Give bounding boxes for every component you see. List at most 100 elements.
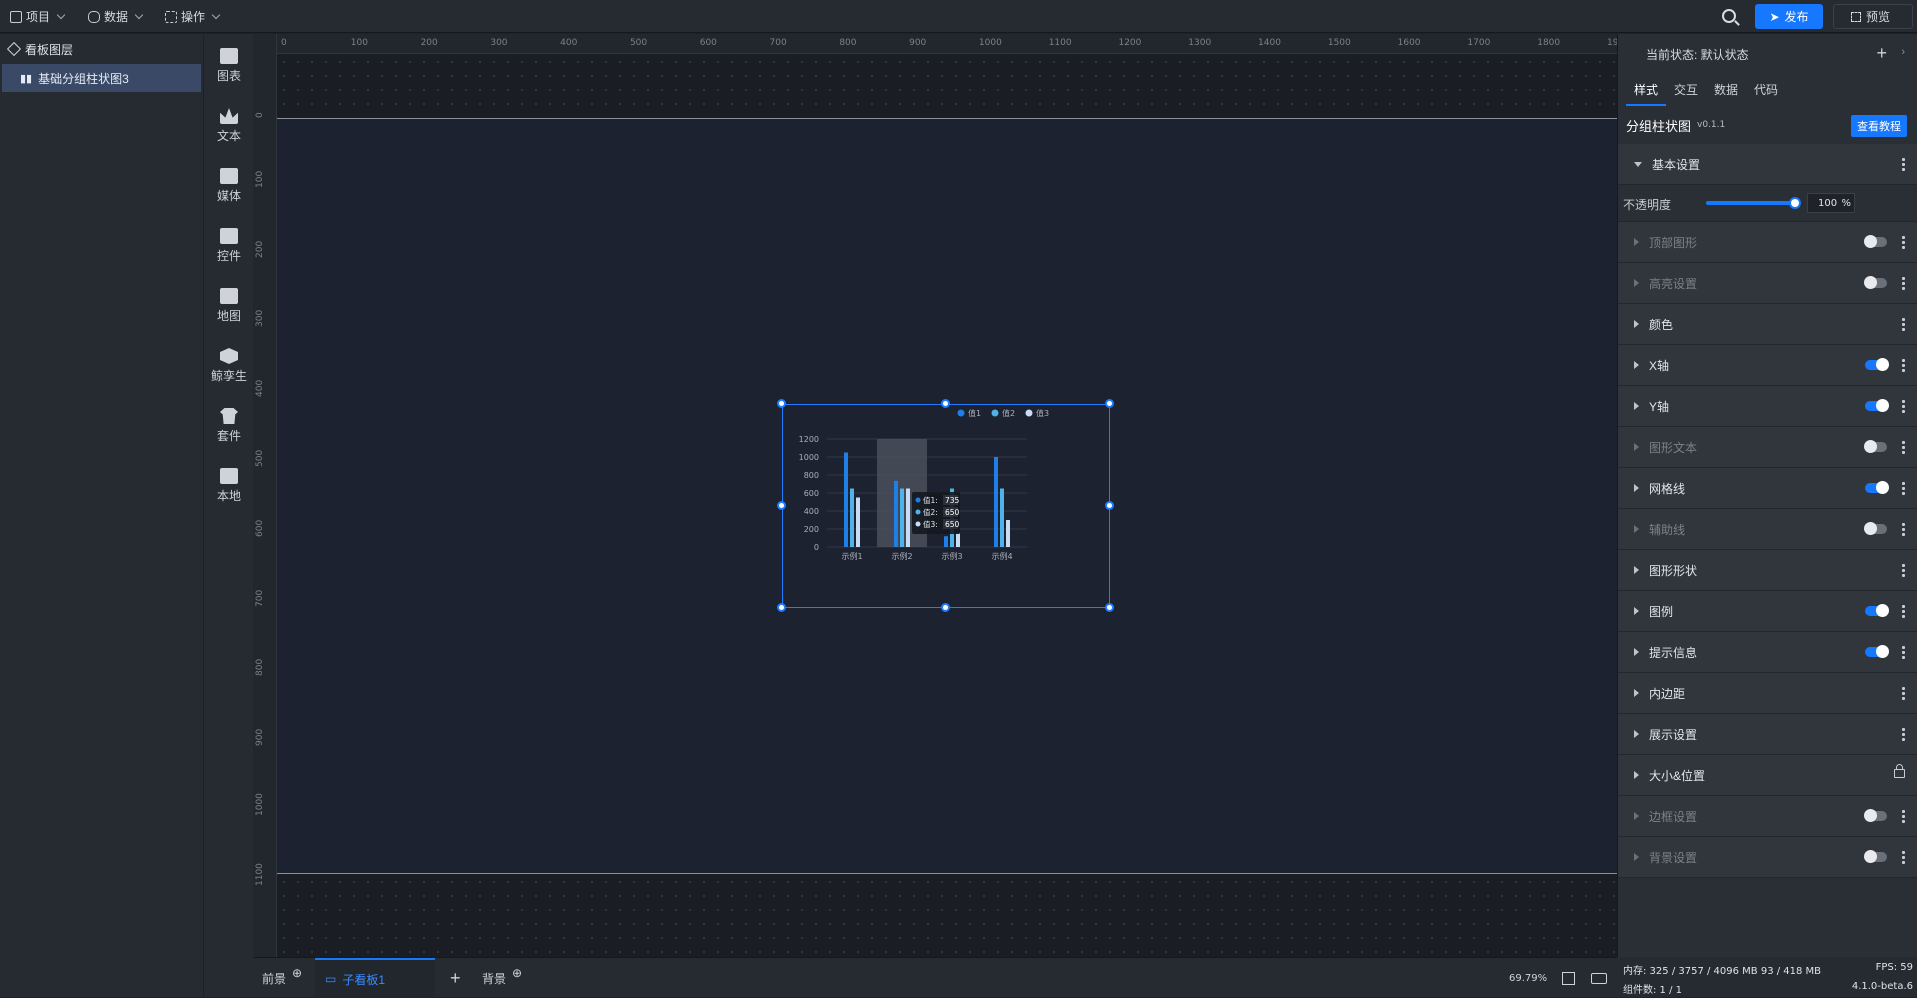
tab-style[interactable]: 样式 [1626, 74, 1667, 106]
ruler-tick-label: 100 [255, 170, 265, 188]
legend-label: 值2 [1002, 408, 1015, 418]
chevron-right-icon[interactable]: › [1901, 46, 1905, 58]
section-item[interactable]: 图形形状 [1618, 550, 1917, 591]
section-item[interactable]: 展示设置 [1618, 714, 1917, 755]
more-icon[interactable] [1902, 235, 1905, 250]
resize-handle[interactable] [777, 399, 786, 408]
chart-widget[interactable]: 0 200 400 600 800 1000 1200 示例1 示例2 示例3 示例4 值1 值2 值3 值… [782, 404, 1110, 608]
more-icon[interactable] [1902, 727, 1905, 742]
section-toggle[interactable] [1864, 276, 1887, 289]
section-toggle[interactable] [1865, 645, 1889, 658]
menu-operation[interactable]: 操作 [165, 0, 221, 33]
iconbar-twin[interactable]: 鲸孪生 [204, 348, 254, 384]
opacity-input[interactable]: 100 % [1807, 193, 1855, 213]
more-icon[interactable] [1902, 317, 1905, 332]
menu-project[interactable]: 项目 [10, 0, 66, 33]
section-basic[interactable]: 基本设置 [1618, 144, 1917, 185]
current-state-label[interactable]: 当前状态: 默认状态 [1646, 46, 1749, 63]
more-icon[interactable] [1902, 604, 1905, 619]
resize-handle[interactable] [777, 603, 786, 612]
publish-button[interactable]: ➤ 发布 [1755, 4, 1823, 29]
opacity-slider[interactable] [1706, 197, 1801, 209]
section-item[interactable]: 大小&位置 [1618, 755, 1917, 796]
tab-interaction[interactable]: 交互 [1666, 74, 1706, 106]
section-toggle[interactable] [1865, 399, 1889, 412]
y-tick-label: 800 [804, 471, 819, 480]
more-icon[interactable] [1902, 399, 1905, 414]
section-item[interactable]: 高亮设置 [1618, 263, 1917, 304]
keyboard-icon[interactable] [1591, 958, 1607, 998]
section-toggle[interactable] [1865, 358, 1889, 371]
more-icon[interactable] [1902, 440, 1905, 455]
section-item[interactable]: 边框设置 [1618, 796, 1917, 837]
ruler-tick-label: 900 [909, 38, 927, 48]
tab-foreground[interactable]: 前景 ⊕ [262, 958, 302, 998]
menu-data[interactable]: 数据 [88, 0, 144, 33]
zoom-level[interactable]: 69.79% [1509, 958, 1547, 998]
more-icon[interactable] [1902, 276, 1905, 291]
section-item[interactable]: 颜色 [1618, 304, 1917, 345]
section-item[interactable]: 图例 [1618, 591, 1917, 632]
iconbar-text[interactable]: 文本 [204, 108, 254, 144]
tab-sub-board[interactable]: ▭ 子看板1 [315, 958, 435, 998]
section-toggle[interactable] [1864, 850, 1887, 863]
tutorial-button[interactable]: 查看教程 [1851, 115, 1907, 137]
add-circle-icon[interactable]: ⊕ [292, 966, 302, 980]
add-circle-icon[interactable]: ⊕ [512, 966, 522, 980]
legend-marker [991, 409, 999, 417]
slider-handle[interactable] [1789, 197, 1801, 209]
iconbar-chart[interactable]: 图表 [204, 48, 254, 84]
more-icon[interactable] [1902, 686, 1905, 701]
section-toggle[interactable] [1864, 809, 1887, 822]
add-tab-button[interactable]: + [450, 958, 461, 998]
section-item[interactable]: 网格线 [1618, 468, 1917, 509]
resize-handle[interactable] [777, 501, 786, 510]
iconbar-kit[interactable]: 套件 [204, 408, 254, 444]
more-icon[interactable] [1902, 157, 1905, 172]
tab-background[interactable]: 背景 ⊕ [482, 958, 522, 998]
more-icon[interactable] [1902, 645, 1905, 660]
more-icon[interactable] [1902, 563, 1905, 578]
iconbar-local[interactable]: 本地 [204, 468, 254, 504]
resize-handle[interactable] [1105, 501, 1114, 510]
section-item[interactable]: 图形文本 [1618, 427, 1917, 468]
section-item[interactable]: 顶部图形 [1618, 222, 1917, 263]
more-icon[interactable] [1902, 522, 1905, 537]
section-item[interactable]: 内边距 [1618, 673, 1917, 714]
more-icon[interactable] [1902, 481, 1905, 496]
section-item[interactable]: Y轴 [1618, 386, 1917, 427]
search-icon[interactable] [1722, 9, 1736, 23]
plus-icon[interactable]: + [1876, 43, 1887, 64]
more-icon[interactable] [1902, 358, 1905, 373]
section-toggle[interactable] [1865, 604, 1889, 617]
more-icon[interactable] [1902, 809, 1905, 824]
section-item[interactable]: 提示信息 [1618, 632, 1917, 673]
iconbar-control[interactable]: 控件 [204, 228, 254, 264]
resize-handle[interactable] [941, 399, 950, 408]
iconbar-map[interactable]: 地图 [204, 288, 254, 324]
layer-item[interactable]: ▮▮ 基础分组柱状图3 [2, 64, 201, 92]
section-toggle[interactable] [1864, 522, 1887, 535]
tab-data[interactable]: 数据 [1706, 74, 1746, 106]
fit-screen-icon[interactable] [1562, 958, 1575, 998]
section-item[interactable]: 背景设置 [1618, 837, 1917, 878]
preview-button[interactable]: 预览 [1833, 4, 1913, 29]
section-toggle[interactable] [1864, 440, 1887, 453]
caret-down-icon [1634, 161, 1642, 167]
resize-handle[interactable] [1105, 399, 1114, 408]
ruler-tick-label: 1200 [1118, 38, 1142, 48]
section-toggle[interactable] [1865, 481, 1889, 494]
fullscreen-icon [1850, 11, 1861, 22]
section-item[interactable]: X轴 [1618, 345, 1917, 386]
tab-code[interactable]: 代码 [1746, 74, 1786, 106]
iconbar-media[interactable]: 媒体 [204, 168, 254, 204]
resize-handle[interactable] [941, 603, 950, 612]
more-icon[interactable] [1902, 850, 1905, 865]
section-toggle[interactable] [1864, 235, 1887, 248]
lock-icon[interactable] [1894, 764, 1905, 778]
ruler-tick-label: 1000 [978, 38, 1002, 48]
caret-right-icon [1634, 361, 1639, 369]
resize-handle[interactable] [1105, 603, 1114, 612]
section-item[interactable]: 辅助线 [1618, 509, 1917, 550]
iconbar-label: 本地 [216, 489, 241, 503]
